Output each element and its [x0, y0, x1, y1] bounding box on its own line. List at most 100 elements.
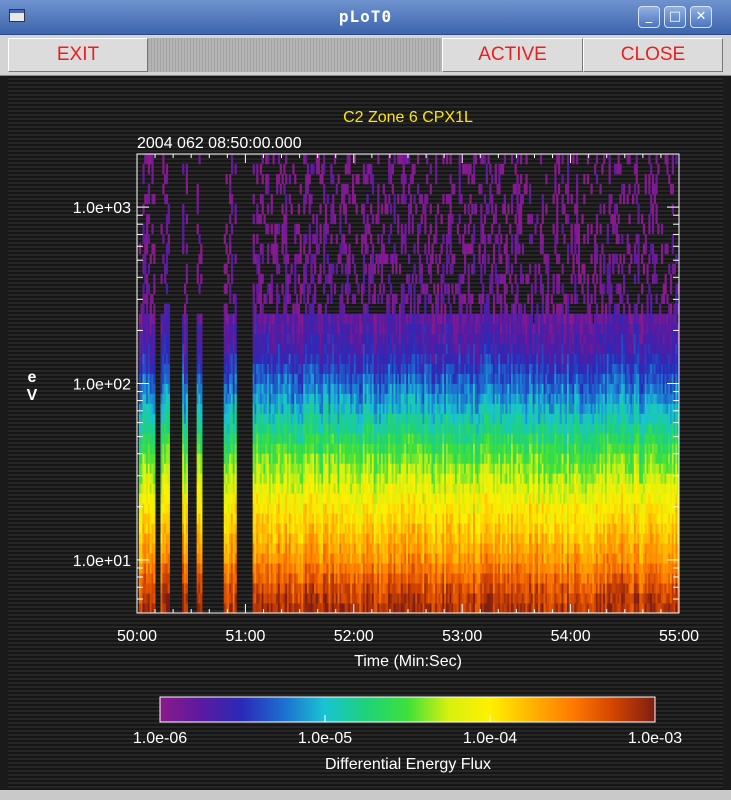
- spectrogram-cell: [234, 313, 237, 325]
- spectrogram-cell: [234, 473, 237, 484]
- spectrogram-cell: [230, 203, 234, 215]
- spectrogram-cell: [426, 283, 429, 295]
- spectrogram-cell: [153, 533, 156, 544]
- spectrogram-cell: [411, 173, 414, 185]
- spectrogram-cell: [167, 593, 170, 604]
- spectrogram-cell: [384, 193, 387, 205]
- spectrogram-cell: [185, 463, 188, 474]
- spectrogram-cell: [424, 203, 427, 215]
- spectrogram-cell: [200, 443, 203, 454]
- spectrogram-cell: [294, 273, 297, 285]
- spectrogram-cell: [424, 293, 427, 305]
- spectrogram-cell: [234, 543, 237, 554]
- spectrogram-cell: [182, 243, 185, 255]
- spectrogram-cell: [185, 273, 188, 285]
- spectrogram-cell: [417, 154, 420, 165]
- spectrogram-cell: [185, 323, 188, 335]
- spectrogram-cell: [411, 213, 414, 225]
- spectrogram-cell: [319, 303, 322, 315]
- spectrogram-cell: [319, 203, 322, 215]
- spectrogram-cell: [153, 573, 156, 584]
- spectrogram-cell: [185, 573, 188, 584]
- spectrogram-cell: [167, 573, 170, 584]
- spectrogram-cell: [323, 253, 326, 265]
- spectrogram-cell: [277, 173, 281, 185]
- spectrogram-cell: [146, 243, 149, 255]
- spectrogram-cell: [330, 283, 333, 295]
- spectrogram-cell: [404, 243, 407, 255]
- spectrogram-cell: [310, 193, 313, 205]
- spectrogram-cell: [259, 293, 263, 305]
- spectrogram-cell: [366, 303, 369, 315]
- spectrogram-cell: [388, 293, 391, 305]
- spectrogram-cell: [333, 213, 337, 225]
- spectrogram-cell: [277, 263, 281, 275]
- spectrogram-cell: [200, 563, 203, 574]
- spectrogram-cell: [326, 253, 329, 265]
- spectrogram-cell: [167, 533, 170, 544]
- spectrogram-cell: [167, 433, 170, 444]
- spectrogram-cell: [297, 273, 300, 285]
- spectrogram-cell: [397, 223, 400, 235]
- spectrogram-cell: [332, 263, 335, 275]
- spectrogram-cell: [149, 253, 152, 265]
- spectrogram-cell: [167, 453, 170, 464]
- spectrogram-cell: [297, 303, 300, 315]
- spectrogram-cell: [308, 173, 311, 185]
- spectrogram-cell: [185, 553, 188, 564]
- spectrogram-cell: [229, 213, 232, 225]
- spectrogram-cell: [185, 473, 188, 484]
- spectrogram-cell: [377, 193, 380, 205]
- spectrogram-cell: [185, 183, 188, 195]
- spectrogram-cell: [413, 283, 416, 295]
- spectrogram-cell: [225, 303, 228, 315]
- spectrogram-cell: [167, 473, 170, 484]
- spectrogram-cell: [285, 233, 288, 245]
- spectrogram-cell: [323, 283, 326, 295]
- spectrogram-cell: [324, 233, 328, 245]
- spectrogram-cell: [362, 203, 366, 215]
- spectrogram-cell: [230, 163, 234, 175]
- spectrogram-cell: [391, 163, 394, 175]
- spectrogram-cell: [230, 154, 234, 165]
- spectrogram-cell: [395, 263, 398, 275]
- spectrogram-cell: [200, 463, 203, 474]
- spectrogram-cell: [281, 203, 284, 215]
- spectrogram-cell: [185, 243, 188, 255]
- spectrogram-cell: [234, 303, 237, 315]
- chart-title: C2 Zone 6 CPX1L: [343, 109, 473, 126]
- spectrogram-cell: [167, 383, 170, 394]
- spectrogram-cell: [153, 283, 156, 295]
- spectrogram-cell: [382, 243, 385, 255]
- spectrogram-cell: [431, 243, 434, 255]
- spectrogram-cell: [160, 223, 163, 235]
- spectrogram-cell: [382, 183, 385, 195]
- spectrogram-cell: [200, 373, 203, 384]
- spectrogram-cell: [182, 213, 185, 225]
- spectrogram-cell: [185, 413, 188, 424]
- spectrogram-cell: [234, 513, 237, 524]
- spectrogram-cell: [408, 253, 411, 265]
- spectrogram-cell: [196, 263, 199, 275]
- spectrogram-cell: [303, 243, 306, 255]
- spectrogram-cell: [355, 203, 358, 215]
- spectrogram-cell: [252, 163, 255, 175]
- spectrogram-cell: [445, 263, 449, 275]
- spectrogram-cell: [397, 213, 400, 225]
- spectrogram-cell: [144, 263, 147, 275]
- spectrogram-cell: [185, 423, 188, 434]
- spectrogram-cell: [337, 173, 340, 185]
- spectrogram-cell: [346, 183, 349, 195]
- spectrogram-cell: [308, 243, 311, 255]
- spectrogram-cell: [366, 243, 369, 255]
- spectrogram-cell: [261, 203, 264, 215]
- spectrogram-cell: [449, 303, 452, 315]
- spectrogram-cell: [151, 173, 154, 185]
- spectrogram-cell: [234, 293, 237, 305]
- spectrogram-cell: [348, 283, 351, 295]
- spectrogram-cell: [303, 203, 306, 215]
- spectrogram-cell: [185, 213, 188, 225]
- spectrogram-cell: [153, 383, 156, 394]
- spectrogram-cell: [281, 173, 284, 185]
- spectrogram-cell: [151, 293, 154, 305]
